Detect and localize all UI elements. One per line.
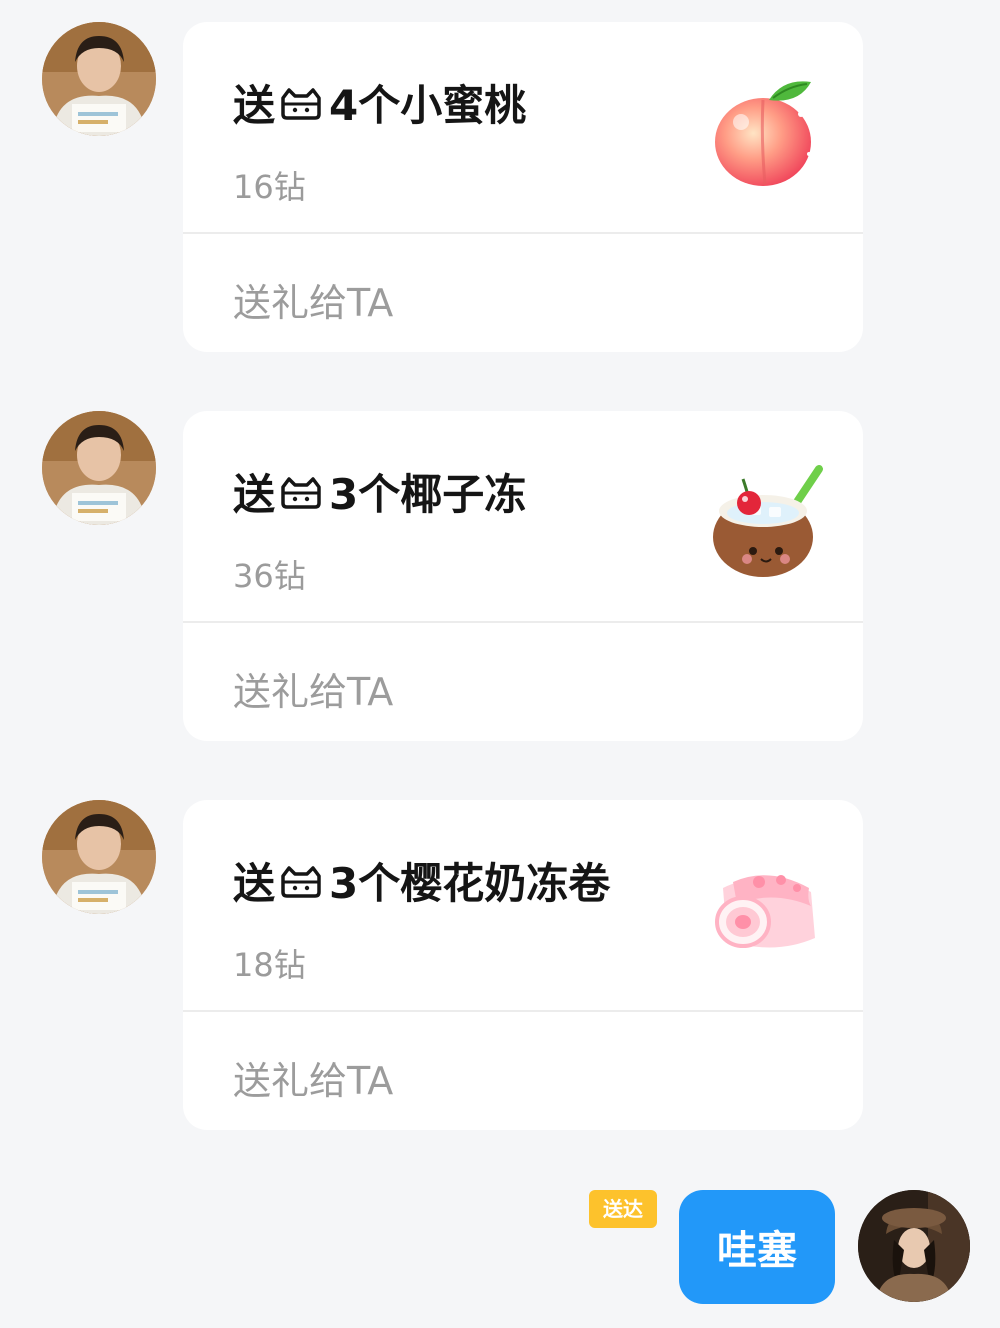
peach-icon (715, 81, 811, 186)
sakura-roll-icon (715, 875, 815, 948)
self-avatar[interactable] (858, 1190, 970, 1302)
card-divider (183, 621, 863, 623)
gift-title-suffix: 3个樱花奶冻卷 (329, 859, 611, 908)
gift-card[interactable]: 送 3个椰子冻 36钻 送礼给TA (183, 411, 863, 741)
send-gift-link[interactable]: 送礼给TA (233, 661, 393, 716)
sender-avatar[interactable] (42, 800, 156, 914)
sender-avatar[interactable] (42, 411, 156, 525)
gift-title-prefix: 送 (233, 859, 276, 908)
card-divider (183, 232, 863, 234)
avatar-photo-icon (858, 1190, 970, 1302)
gift-message-row: 送 3个椰子冻 36钻 送礼给TA (0, 411, 1000, 741)
coconut-jelly-icon (713, 465, 823, 577)
sender-avatar[interactable] (42, 22, 156, 136)
gift-message-row: 送 3个樱花奶冻卷 18钻 送礼给TA (0, 800, 1000, 1130)
gift-title-suffix: 3个椰子冻 (329, 470, 527, 519)
gift-title-prefix: 送 (233, 81, 276, 130)
gift-price: 36钻 (233, 557, 306, 595)
gift-price: 16钻 (233, 168, 306, 206)
delivered-status-badge: 送达 (589, 1190, 657, 1228)
gift-card[interactable]: 送 3个樱花奶冻卷 18钻 送礼给TA (183, 800, 863, 1130)
avatar-photo-icon (42, 22, 156, 136)
avatar-photo-icon (42, 411, 156, 525)
card-divider (183, 1010, 863, 1012)
avatar-photo-icon (42, 800, 156, 914)
gift-title: 送 4个小蜜桃 (233, 72, 526, 133)
gift-title: 送 3个椰子冻 (233, 461, 526, 522)
gift-card[interactable]: 送 4个小蜜桃 16钻 送礼给TA (183, 22, 863, 352)
gift-box-icon (281, 865, 321, 898)
send-gift-link[interactable]: 送礼给TA (233, 1050, 393, 1105)
self-message-text: 哇塞 (717, 1228, 797, 1274)
send-gift-link[interactable]: 送礼给TA (233, 272, 393, 327)
gift-title: 送 3个樱花奶冻卷 (233, 850, 610, 911)
gift-message-row: 送 4个小蜜桃 16钻 送礼给TA (0, 22, 1000, 352)
gift-box-icon (281, 476, 321, 509)
gift-box-icon (281, 87, 321, 120)
gift-title-suffix: 4个小蜜桃 (329, 81, 527, 130)
gift-price: 18钻 (233, 946, 306, 984)
self-message-bubble[interactable]: 哇塞 (679, 1190, 835, 1304)
gift-title-prefix: 送 (233, 470, 276, 519)
